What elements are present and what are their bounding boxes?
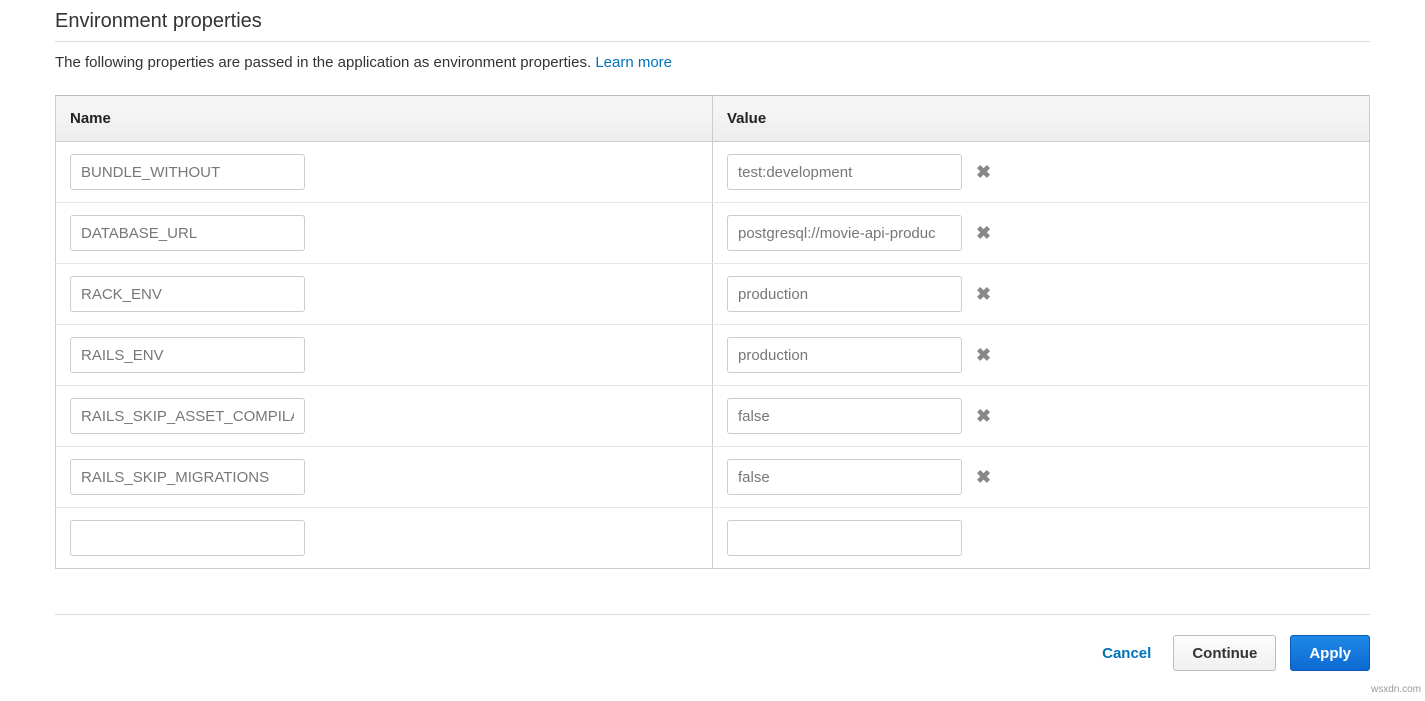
- footer-actions: Cancel Continue Apply: [55, 635, 1370, 671]
- remove-icon[interactable]: ✖: [976, 346, 991, 364]
- table-row: [56, 508, 1370, 569]
- col-header-value: Value: [713, 96, 1370, 142]
- prop-name-input[interactable]: [70, 276, 305, 312]
- table-row: ✖: [56, 142, 1370, 203]
- table-row: ✖: [56, 325, 1370, 386]
- table-row: ✖: [56, 203, 1370, 264]
- remove-icon[interactable]: ✖: [976, 224, 991, 242]
- env-props-body: ✖ ✖ ✖: [56, 142, 1370, 569]
- table-row: ✖: [56, 264, 1370, 325]
- remove-icon[interactable]: ✖: [976, 163, 991, 181]
- section-description: The following properties are passed in t…: [55, 54, 1370, 71]
- prop-name-input[interactable]: [70, 154, 305, 190]
- remove-icon[interactable]: ✖: [976, 468, 991, 486]
- prop-value-input[interactable]: [727, 276, 962, 312]
- prop-value-input[interactable]: [727, 215, 962, 251]
- cancel-button[interactable]: Cancel: [1094, 635, 1159, 671]
- remove-icon[interactable]: ✖: [976, 407, 991, 425]
- description-text: The following properties are passed in t…: [55, 54, 591, 71]
- watermark: wsxdn.com: [1371, 684, 1421, 695]
- col-header-name: Name: [56, 96, 713, 142]
- prop-value-input[interactable]: [727, 398, 962, 434]
- prop-value-input[interactable]: [727, 520, 962, 556]
- prop-name-input[interactable]: [70, 337, 305, 373]
- prop-value-input[interactable]: [727, 337, 962, 373]
- prop-name-input[interactable]: [70, 459, 305, 495]
- prop-name-input[interactable]: [70, 520, 305, 556]
- learn-more-link[interactable]: Learn more: [595, 54, 672, 71]
- prop-value-input[interactable]: [727, 154, 962, 190]
- env-props-table: Name Value ✖ ✖: [55, 95, 1370, 569]
- continue-button[interactable]: Continue: [1173, 635, 1276, 671]
- remove-icon[interactable]: ✖: [976, 285, 991, 303]
- prop-value-input[interactable]: [727, 459, 962, 495]
- table-row: ✖: [56, 386, 1370, 447]
- table-row: ✖: [56, 447, 1370, 508]
- prop-name-input[interactable]: [70, 215, 305, 251]
- footer-divider: [55, 614, 1370, 615]
- prop-name-input[interactable]: [70, 398, 305, 434]
- section-title: Environment properties: [55, 10, 1370, 42]
- apply-button[interactable]: Apply: [1290, 635, 1370, 671]
